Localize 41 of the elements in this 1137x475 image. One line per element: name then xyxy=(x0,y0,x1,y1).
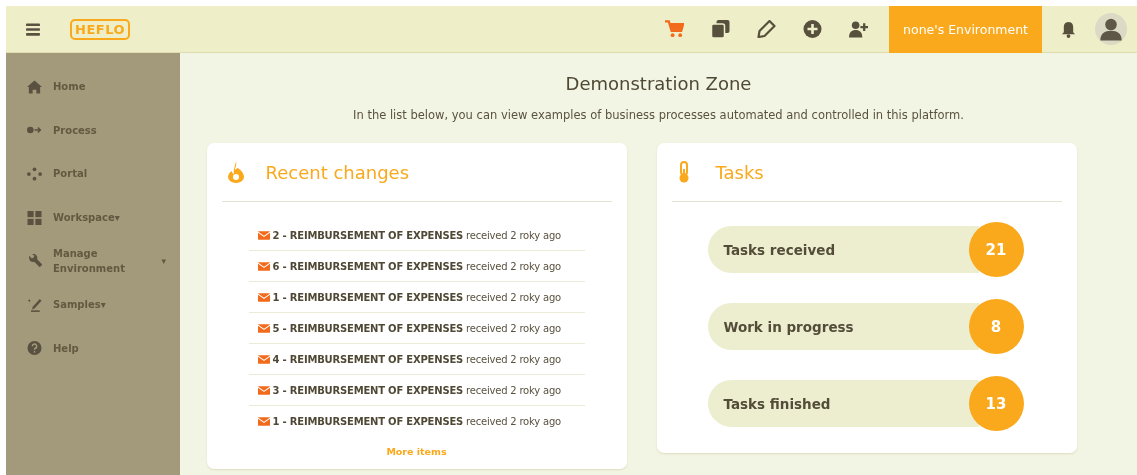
task-counter-bar[interactable]: Tasks finished xyxy=(707,380,979,427)
change-entry[interactable]: 1 - REIMBURSEMENT OF EXPENSES received 2 roky ago xyxy=(272,415,561,427)
wrench-icon xyxy=(27,254,42,269)
envelope-icon xyxy=(257,385,270,395)
count-badge: 13 xyxy=(968,376,1024,431)
pencil-icon[interactable] xyxy=(757,20,777,38)
envelope-icon xyxy=(257,416,270,426)
help-icon xyxy=(27,341,42,356)
change-entry[interactable]: 1 - REIMBURSEMENT OF EXPENSES received 2 roky ago xyxy=(272,291,561,303)
count-badge: 21 xyxy=(968,222,1024,277)
change-entry[interactable]: 2 - REIMBURSEMENT OF EXPENSES received 2 roky ago xyxy=(272,229,561,241)
envelope-icon xyxy=(257,230,270,240)
thermometer-icon xyxy=(677,161,690,183)
page-title: Demonstration Zone xyxy=(565,73,752,94)
task-counter-bar[interactable]: Work in progress xyxy=(707,303,979,350)
envelope-icon xyxy=(257,354,270,364)
card-title: Recent changes xyxy=(265,161,410,183)
envelope-icon xyxy=(257,323,270,333)
plus-icon[interactable] xyxy=(803,20,823,38)
cart-icon[interactable] xyxy=(665,20,685,38)
card-title: Tasks xyxy=(715,161,764,183)
bell-icon[interactable] xyxy=(1061,20,1076,38)
page-subtitle: In the list below, you can view examples of business processes automated and controlled in this platform. xyxy=(353,108,964,122)
add-user-icon[interactable] xyxy=(849,20,869,38)
copy-icon[interactable] xyxy=(711,20,731,38)
change-entry[interactable]: 6 - REIMBURSEMENT OF EXPENSES received 2 roky ago xyxy=(272,260,561,272)
task-counter-bar[interactable]: Tasks received xyxy=(707,226,979,273)
envelope-icon xyxy=(257,292,270,302)
dots-icon xyxy=(27,167,42,181)
change-entry[interactable]: 3 - REIMBURSEMENT OF EXPENSES received 2 roky ago xyxy=(272,384,561,396)
change-entry[interactable]: 4 - REIMBURSEMENT OF EXPENSES received 2 roky ago xyxy=(272,353,561,365)
envelope-icon xyxy=(257,261,270,271)
home-icon xyxy=(27,79,42,94)
change-entry[interactable]: 5 - REIMBURSEMENT OF EXPENSES received 2 roky ago xyxy=(272,322,561,334)
menu-icon[interactable] xyxy=(26,22,40,36)
caret-icon: ▾ xyxy=(161,256,166,267)
count-badge: 8 xyxy=(968,299,1024,354)
avatar-icon[interactable] xyxy=(1095,13,1127,45)
grid-icon xyxy=(27,210,42,225)
pen-icon xyxy=(27,297,42,312)
flame-icon xyxy=(227,161,244,183)
